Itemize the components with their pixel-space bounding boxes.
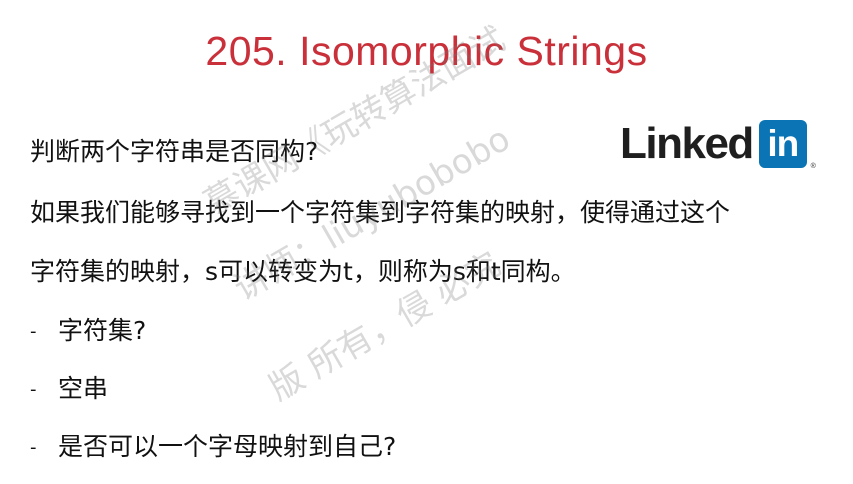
- bullet-text: 是否可以一个字母映射到自己?: [58, 432, 397, 461]
- bullet-dash: -: [30, 321, 37, 342]
- logo-trademark: ®: [810, 162, 816, 170]
- bullet-item: - 空串: [30, 373, 108, 406]
- logo-wordmark: Linked: [620, 119, 754, 168]
- logo-in-text: in: [767, 122, 799, 164]
- linkedin-logo: Linked in ®: [620, 116, 816, 171]
- logo-in-box: in ®: [758, 119, 816, 170]
- bullet-item: - 是否可以一个字母映射到自己?: [30, 431, 396, 464]
- bullet-item: - 字符集?: [30, 315, 146, 348]
- slide: 205. Isomorphic Strings Linked in ® 判断两个…: [0, 0, 853, 484]
- bullet-dash: -: [30, 379, 37, 400]
- bullet-text: 空串: [58, 374, 109, 403]
- bullet-text: 字符集?: [58, 316, 147, 345]
- bullet-dash: -: [30, 437, 37, 458]
